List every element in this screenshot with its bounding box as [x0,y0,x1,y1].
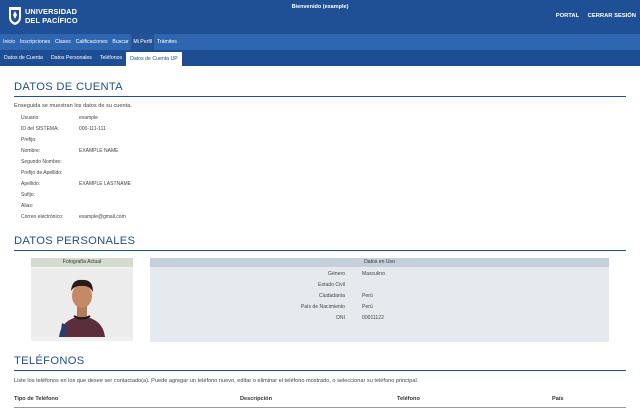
cuenta-intro: Enseguida se muestran los datos de su cu… [14,103,132,109]
field-value: 000-111-111 [79,126,106,132]
table-header-divider [14,407,626,408]
field-label: Nombre: [21,148,41,154]
tab-datos-de-cuenta[interactable]: Datos de Cuenta [0,50,47,66]
column-header-pais[interactable]: País [552,396,564,402]
top-header: UNIVERSIDAD DEL PACÍFICO Bienvenido (exa… [0,0,640,34]
profile-photo[interactable] [31,269,133,337]
field-label: Sufijo: [21,192,35,198]
menu-item-buscar[interactable]: Buscar [110,34,131,50]
field-label: Usuario: [21,115,40,121]
field-value: EXAMPLE LASTNAME [79,181,131,187]
data-header: Datos en Uso [150,258,609,267]
menu-item-tramites[interactable]: Trámites [154,34,179,50]
data-label: DNI [336,315,345,321]
field-value: EXAMPLE NAME [79,148,119,154]
column-header-telefono[interactable]: Teléfono [397,396,420,402]
tab-telefonos[interactable]: Teléfonos [96,50,126,66]
section-divider [14,250,626,251]
section-title-personales: DATOS PERSONALES [14,235,136,247]
data-value: Masculino [362,271,385,277]
logo-line-2: DEL PACÍFICO [25,16,78,25]
photo-panel: Fotografía Actual [31,258,133,341]
menu-item-inicio[interactable]: Inicio [0,34,18,50]
photo-header: Fotografía Actual [31,258,133,267]
menu-item-calificaciones[interactable]: Calificaciones [73,34,110,50]
column-header-tipo[interactable]: Tipo de Teléfono [14,396,58,402]
field-label: ID del SISTEMA: [21,126,59,132]
top-links: PORTAL CERRAR SESIÓN [549,13,636,19]
section-divider [14,96,626,97]
field-value: example [79,115,98,121]
field-label: Segundo Nombre: [21,159,62,165]
section-title-cuenta: DATOS DE CUENTA [14,81,123,93]
field-label: Prefijo: [21,137,37,143]
section-divider [14,370,626,371]
tab-datos-de-cuenta-up[interactable]: Datos de Cuenta UP [126,50,182,66]
field-label: Correo electrónico: [21,214,64,220]
data-value: 00011122 [362,315,384,321]
menu-item-mi-perfil[interactable]: Mi Perfil [130,34,155,50]
field-label: Prefijo de Apellido: [21,170,63,176]
field-label: Apellido: [21,181,41,187]
telefonos-intro: Liste los teléfonos en los que desee ser… [14,378,419,384]
data-label: Ciudadanía [318,293,345,299]
logout-link[interactable]: CERRAR SESIÓN [588,13,636,19]
menu-item-clases[interactable]: Clases [53,34,74,50]
welcome-message: Bienvenido (example) [291,4,349,10]
field-value: example@gmail.com [79,214,126,220]
data-label: Género [328,271,345,277]
main-menu: Inicio Inscripciones Clases Calificacion… [0,34,640,50]
data-label: País de Nacimiento [300,304,345,310]
data-panel: Datos en Uso Género Masculino Estado Civ… [150,258,609,342]
data-value: Perú [362,293,373,299]
portal-link[interactable]: PORTAL [556,13,579,19]
tab-datos-personales[interactable]: Datos Personales [47,50,96,66]
field-label: Alias: [21,203,34,209]
menu-item-inscripciones[interactable]: Inscripciones [18,34,53,50]
data-label: Estado Civil [318,282,345,288]
section-title-telefonos: TELÉFONOS [14,355,85,367]
data-value: Perú [362,304,373,310]
profile-submenu: Datos de Cuenta Datos Personales Teléfon… [0,50,640,66]
column-header-descripcion[interactable]: Descripción [240,396,272,402]
